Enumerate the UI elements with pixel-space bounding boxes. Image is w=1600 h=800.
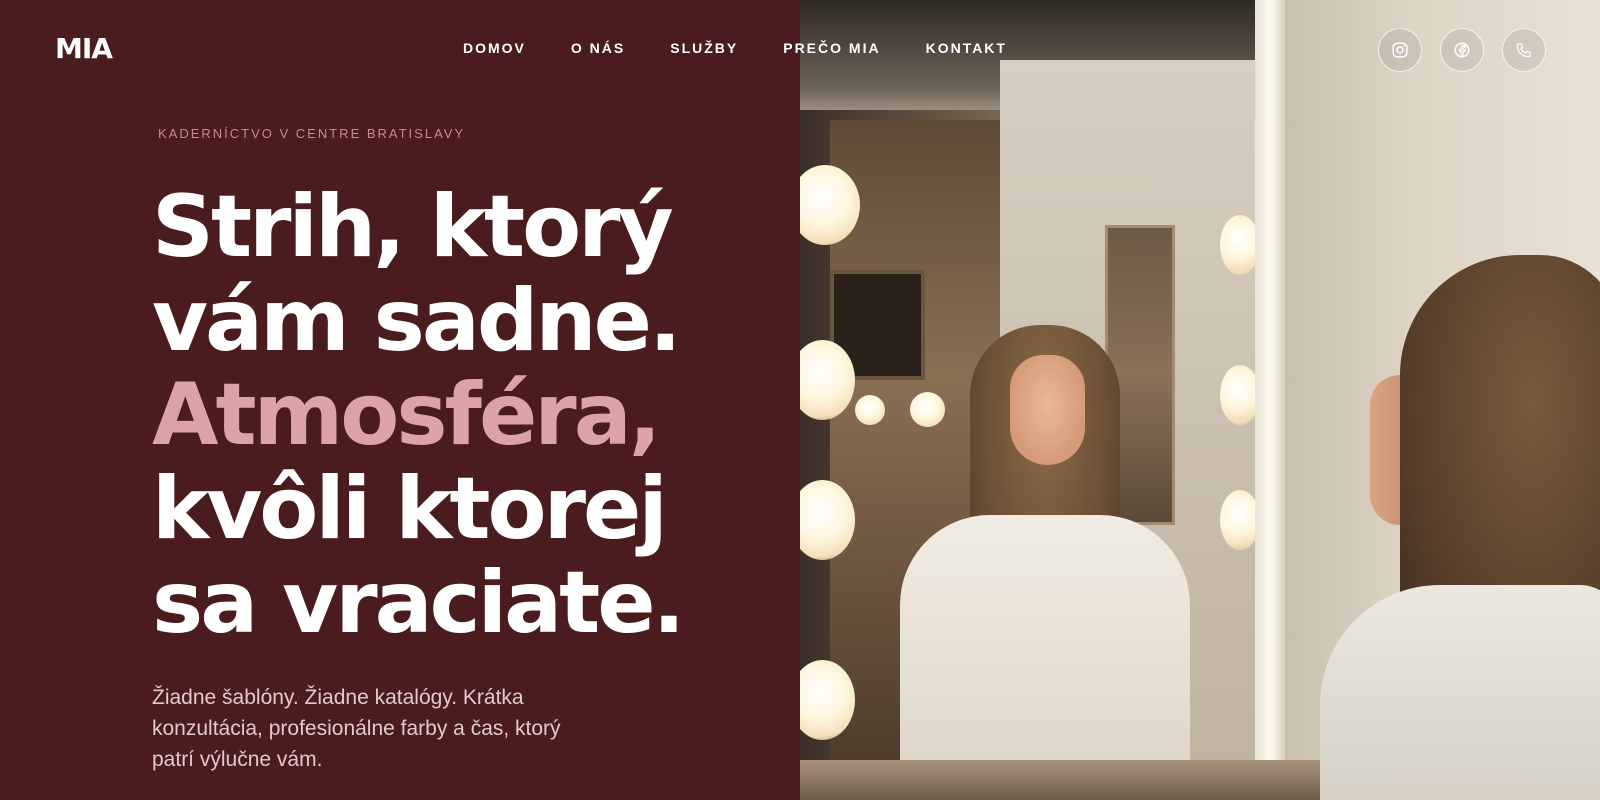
nav-link-preco-mia[interactable]: PREČO MIA bbox=[783, 40, 880, 56]
nav-link-sluzby[interactable]: SLUŽBY bbox=[670, 40, 738, 56]
bulb bbox=[1220, 365, 1260, 425]
mirror-frame bbox=[1255, 0, 1285, 800]
social-links bbox=[1378, 28, 1564, 72]
bulb bbox=[1220, 215, 1260, 275]
bulb bbox=[1220, 490, 1260, 550]
facebook-button[interactable] bbox=[1440, 28, 1484, 72]
headline-line-1: Strih, ktorý bbox=[152, 177, 674, 277]
woman-reflection bbox=[900, 325, 1190, 800]
hero-lead-text: Žiadne šablóny. Žiadne katalógy. Krátka … bbox=[152, 686, 561, 771]
nav-link-kontakt[interactable]: KONTAKT bbox=[926, 40, 1007, 56]
headline-line-4: kvôli ktorej bbox=[152, 459, 668, 559]
hero-photo bbox=[800, 0, 1600, 800]
woman-foreground bbox=[1320, 255, 1600, 800]
nav-menu: DOMOV O NÁS SLUŽBY PREČO MIA KONTAKT bbox=[463, 40, 1052, 56]
face bbox=[1010, 355, 1085, 465]
hero-eyebrow: KADERNÍCTVO V CENTRE BRATISLAVY bbox=[158, 126, 466, 141]
hero-headline: Strih, ktorý vám sadne. Atmosféra, kvôli… bbox=[152, 177, 685, 653]
bulb bbox=[855, 395, 885, 425]
headline-accent-line: Atmosféra, bbox=[152, 365, 661, 465]
phone-icon bbox=[1516, 43, 1531, 58]
counter bbox=[800, 760, 1320, 800]
top-navigation: MIA DOMOV O NÁS SLUŽBY PREČO MIA KONTAKT bbox=[0, 28, 1600, 72]
headline-line-2: vám sadne. bbox=[152, 271, 682, 371]
logo[interactable]: MIA bbox=[55, 32, 113, 65]
instagram-icon bbox=[1392, 42, 1408, 58]
nav-link-o-nas[interactable]: O NÁS bbox=[571, 40, 625, 56]
instagram-button[interactable] bbox=[1378, 28, 1422, 72]
shirt bbox=[1320, 585, 1600, 800]
facebook-icon bbox=[1454, 42, 1470, 58]
shirt bbox=[900, 515, 1190, 800]
phone-button[interactable] bbox=[1502, 28, 1546, 72]
nav-link-domov[interactable]: DOMOV bbox=[463, 40, 526, 56]
headline-line-5: sa vraciate. bbox=[152, 553, 685, 653]
